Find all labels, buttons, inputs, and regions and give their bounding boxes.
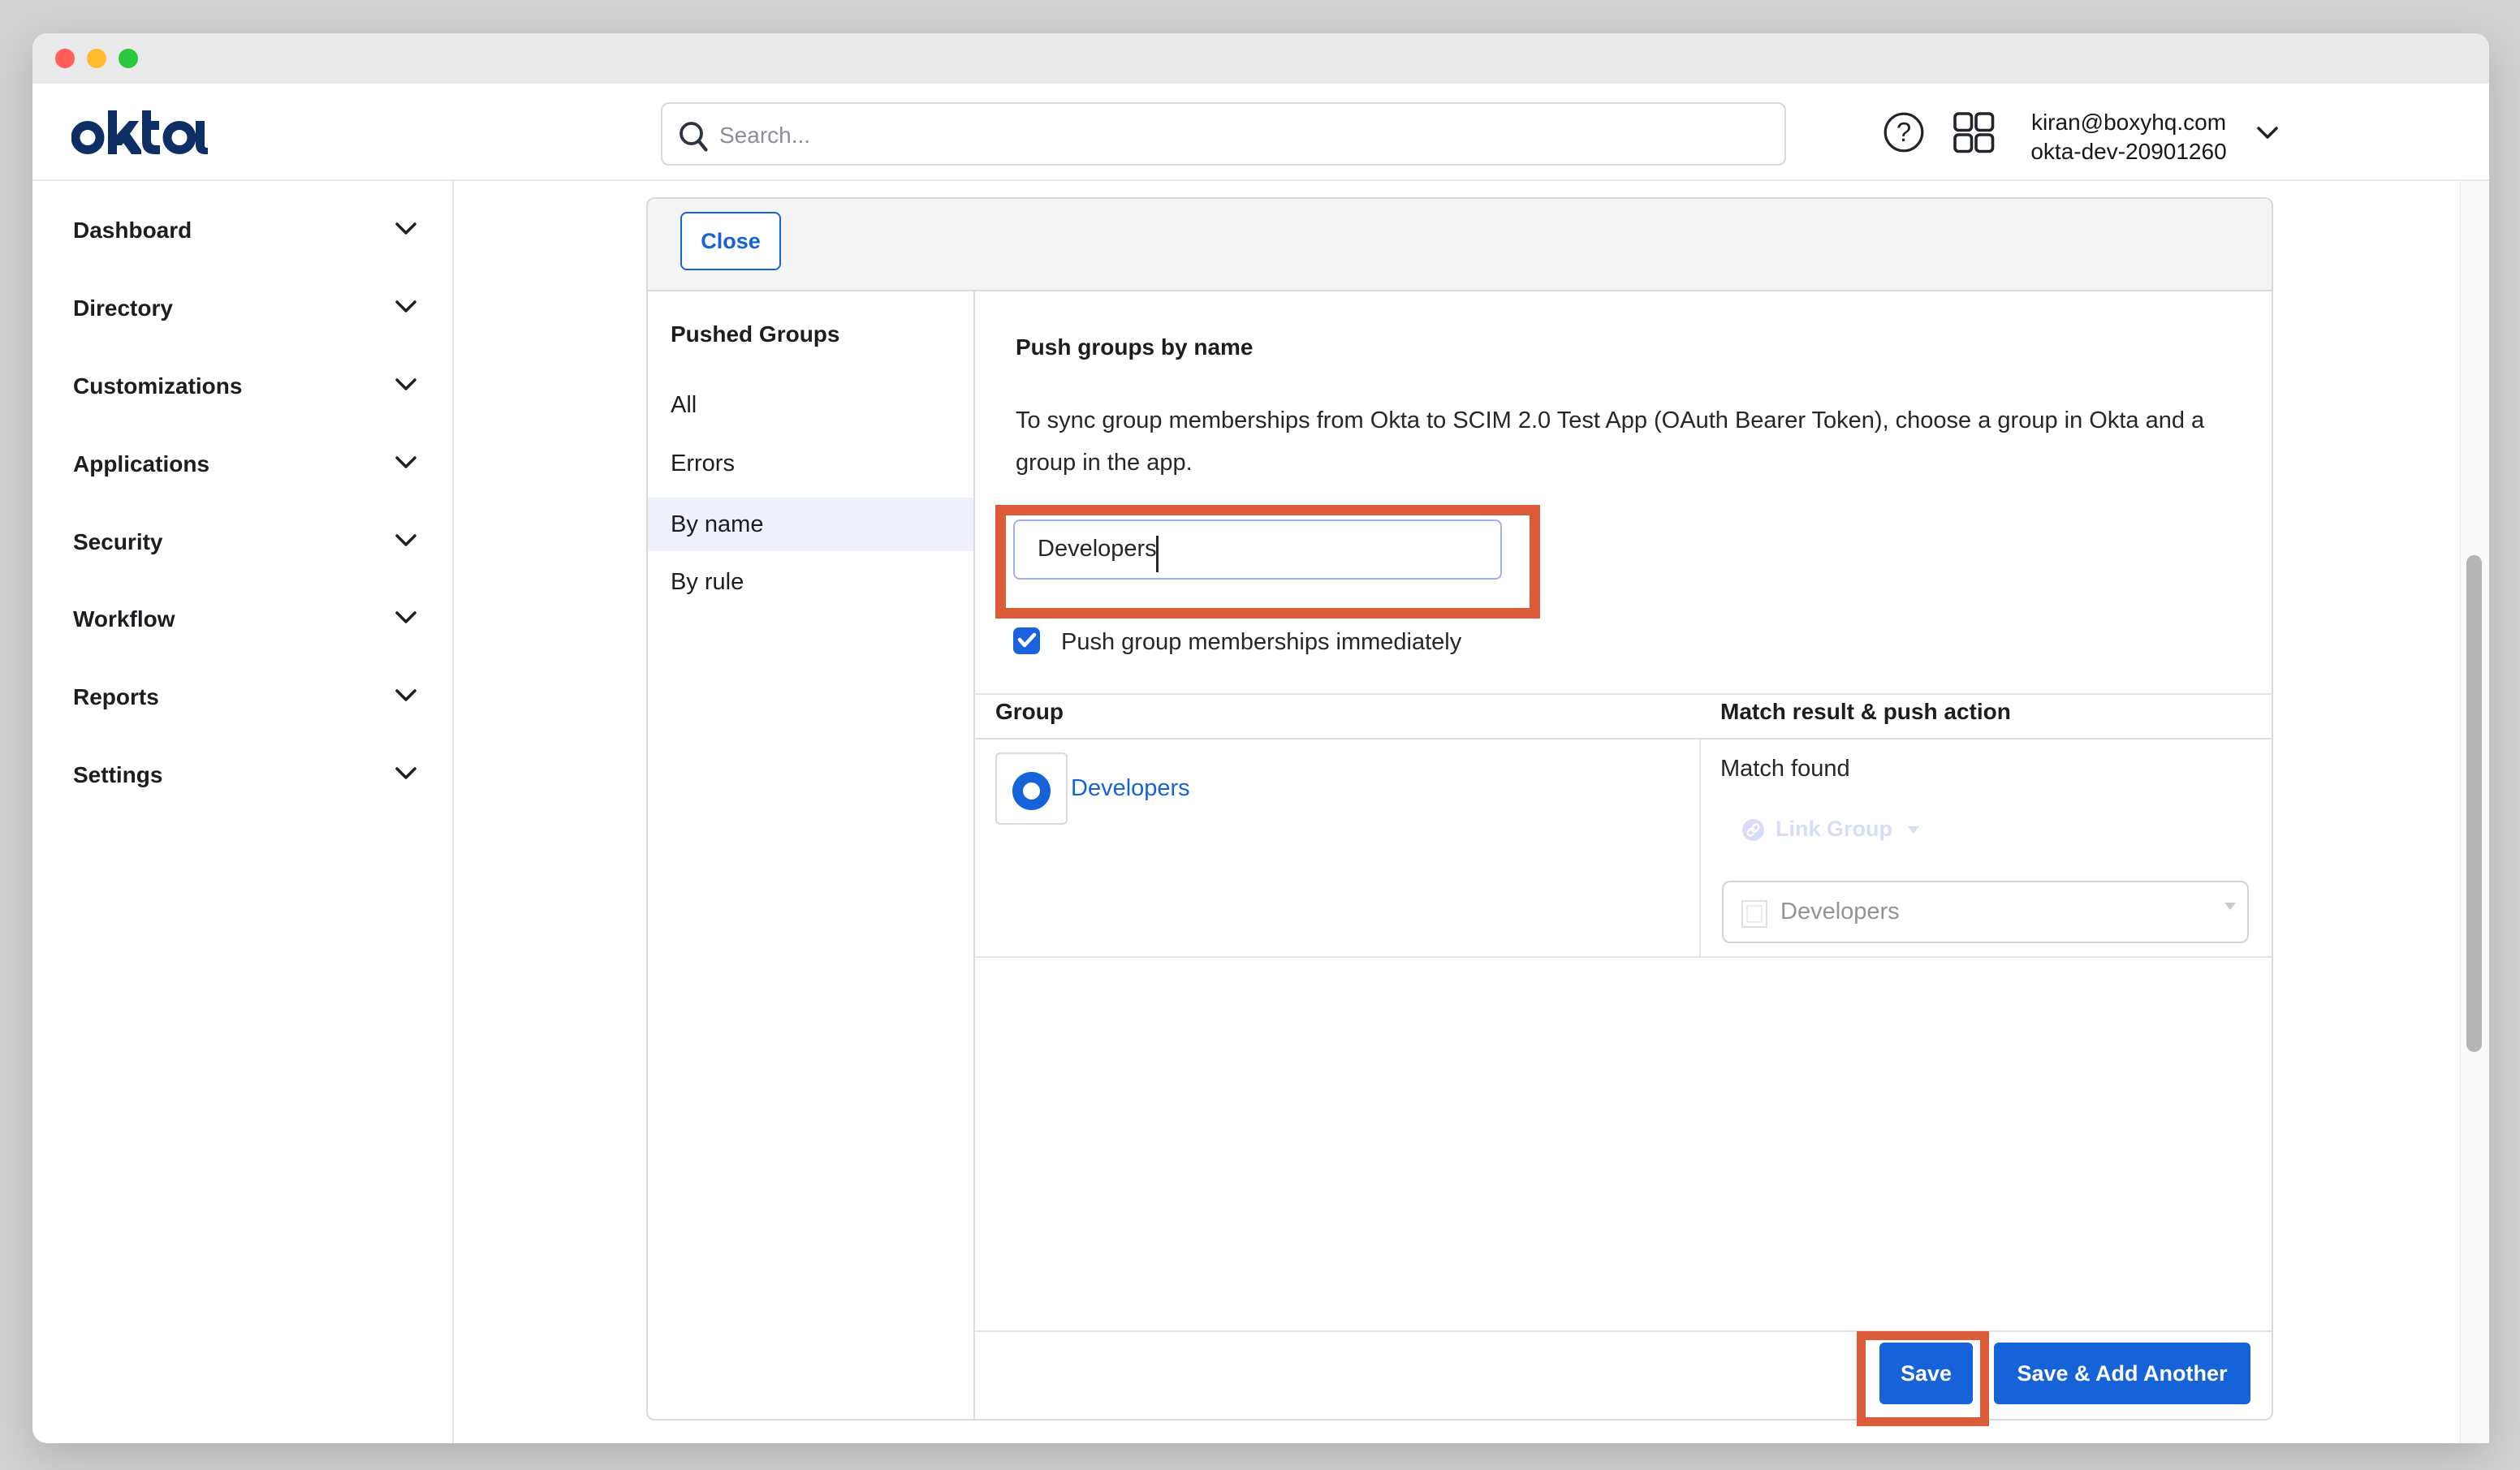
svg-text:?: ? <box>1896 117 1911 147</box>
